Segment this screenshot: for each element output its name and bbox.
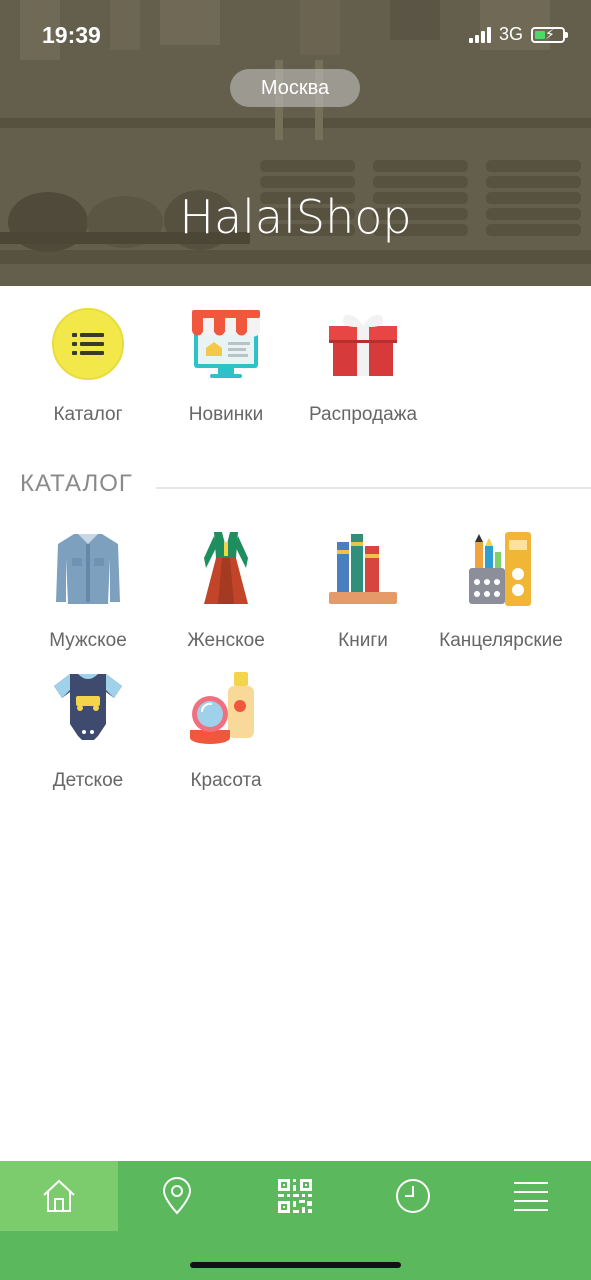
status-bar: 19:39 3G ⚡	[0, 0, 591, 70]
shop-icon	[188, 306, 264, 382]
menu-icon	[514, 1182, 548, 1211]
home-icon	[43, 1179, 75, 1212]
city-selector[interactable]: Москва	[230, 69, 360, 107]
baby-bodysuit-icon	[48, 668, 128, 748]
tab-menu[interactable]	[472, 1161, 590, 1231]
category-label: Канцелярские	[439, 630, 563, 651]
category-beauty[interactable]: Красота	[151, 668, 301, 792]
category-label: Детское	[52, 770, 124, 791]
category-kids[interactable]: Детское	[13, 668, 163, 792]
stationery-icon	[461, 528, 541, 608]
quick-item-label: Распродажа	[308, 404, 418, 425]
list-icon	[50, 306, 126, 382]
dress-icon	[186, 528, 266, 608]
catalog-section-title: КАТАЛОГ	[20, 470, 133, 497]
map-pin-icon	[162, 1177, 192, 1215]
quick-item-new[interactable]: Новинки	[156, 300, 296, 426]
status-indicators: 3G ⚡	[468, 24, 568, 45]
category-label: Красота	[190, 770, 262, 791]
category-books[interactable]: Книги	[288, 528, 438, 652]
quick-item-label: Новинки	[188, 404, 264, 425]
status-time: 19:39	[42, 22, 101, 48]
quick-menu: Каталог Новинки Распродажа	[0, 300, 591, 440]
gift-icon	[325, 306, 401, 382]
quick-item-catalog[interactable]: Каталог	[18, 300, 158, 426]
tab-qr[interactable]	[236, 1161, 354, 1231]
header-hero: 19:39 3G ⚡ Москва HalalShop	[0, 0, 591, 286]
brand-title: HalalShop	[179, 190, 412, 244]
clock-icon	[396, 1179, 430, 1213]
tab-home[interactable]	[0, 1161, 118, 1231]
tab-history[interactable]	[354, 1161, 472, 1231]
quick-item-label: Каталог	[53, 404, 123, 425]
tab-map[interactable]	[118, 1161, 236, 1231]
category-label: Мужское	[49, 630, 127, 651]
signal-icon	[468, 26, 491, 43]
section-divider	[156, 487, 591, 489]
battery-icon: ⚡	[531, 26, 568, 43]
cosmetics-icon	[186, 668, 266, 748]
home-indicator	[190, 1262, 401, 1268]
network-type: 3G	[498, 24, 523, 44]
books-icon	[323, 528, 403, 608]
shirt-icon	[48, 528, 128, 608]
category-stationery[interactable]: Канцелярские	[426, 528, 576, 652]
category-label: Женское	[187, 630, 265, 651]
category-men[interactable]: Мужское	[13, 528, 163, 652]
quick-item-sale[interactable]: Распродажа	[293, 300, 433, 426]
category-label: Книги	[338, 630, 388, 651]
category-women[interactable]: Женское	[151, 528, 301, 652]
qr-code-icon	[278, 1179, 312, 1213]
